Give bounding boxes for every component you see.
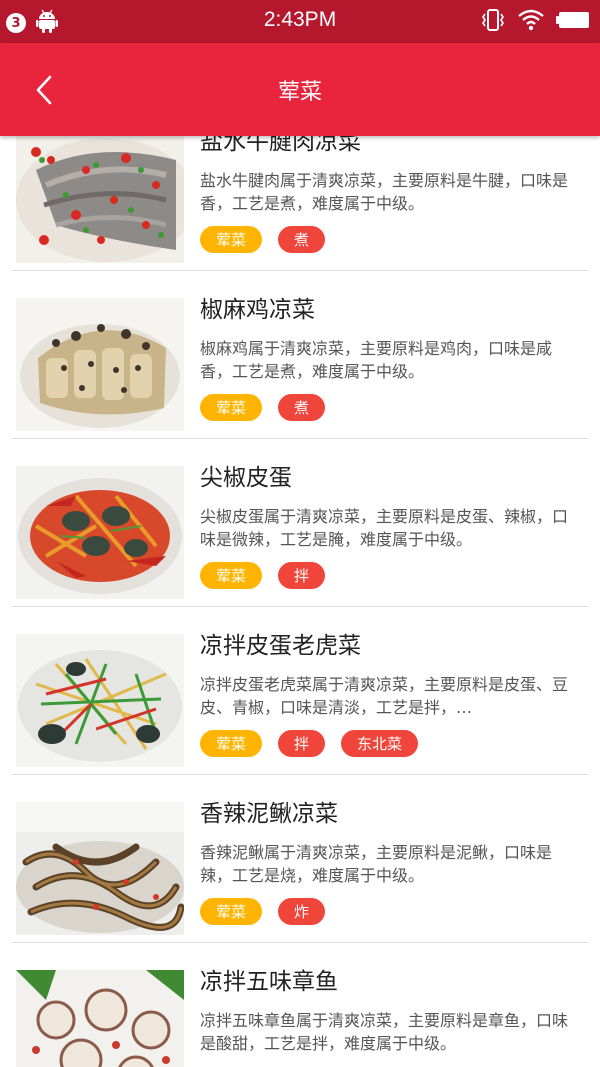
cooking-method-tag[interactable]: 煮 (278, 394, 326, 421)
dish-name: 盐水牛腱肉凉菜 (200, 136, 361, 155)
recipe-item[interactable]: 盐水牛腱肉凉菜 盐水牛腱肉属于清爽凉菜，主要原料是牛腱，口味是香，工艺是煮，难度… (0, 136, 600, 271)
status-bar: 3 2:43PM (0, 0, 600, 43)
dish-name: 凉拌五味章鱼 (200, 969, 338, 995)
battery-icon (556, 10, 590, 34)
category-tag[interactable]: 荤菜 (200, 730, 263, 757)
category-tag[interactable]: 荤菜 (200, 226, 263, 253)
dish-image (16, 970, 184, 1067)
category-tag[interactable]: 荤菜 (200, 562, 263, 589)
tag-list: 荤菜 煮 (200, 394, 580, 421)
dish-description: 凉拌皮蛋老虎菜属于清爽凉菜，主要原料是皮蛋、豆皮、青椒，口味是清淡，工艺是拌，… (200, 675, 569, 717)
cooking-method-tag[interactable]: 拌 (278, 730, 326, 757)
tag-list: 荤菜 拌 (200, 562, 580, 589)
dish-image (16, 298, 184, 431)
dish-image (16, 634, 184, 767)
page-title: 荤菜 (277, 80, 322, 105)
dish-name: 凉拌皮蛋老虎菜 (200, 633, 361, 659)
dish-description: 椒麻鸡属于清爽凉菜，主要原料是鸡肉，口味是咸香，工艺是煮，难度属于中级。 (200, 339, 553, 381)
dish-name: 香辣泥鳅凉菜 (200, 801, 338, 827)
recipe-item[interactable]: 凉拌皮蛋老虎菜 凉拌皮蛋老虎菜属于清爽凉菜，主要原料是皮蛋、豆皮、青椒，口味是清… (0, 607, 600, 775)
dish-description: 香辣泥鳅属于清爽凉菜，主要原料是泥鳅，口味是辣，工艺是烧，难度属于中级。 (200, 843, 553, 885)
cooking-method-tag[interactable]: 煮 (278, 226, 326, 253)
tag-list: 荤菜 煮 (200, 226, 580, 253)
recipe-item[interactable]: 椒麻鸡凉菜 椒麻鸡属于清爽凉菜，主要原料是鸡肉，口味是咸香，工艺是煮，难度属于中… (0, 271, 600, 439)
app-bar: 荤菜 (0, 43, 600, 136)
wifi-icon (518, 9, 544, 35)
dish-image (16, 136, 184, 263)
dish-description: 尖椒皮蛋属于清爽凉菜，主要原料是皮蛋、辣椒，口味是微辣，工艺是腌，难度属于中级。 (200, 507, 569, 549)
cuisine-tag[interactable]: 东北菜 (341, 730, 419, 757)
cooking-method-tag[interactable]: 拌 (278, 562, 326, 589)
dish-image (16, 802, 184, 935)
vibrate-icon (480, 8, 506, 36)
recipe-item[interactable]: 香辣泥鳅凉菜 香辣泥鳅属于清爽凉菜，主要原料是泥鳅，口味是辣，工艺是烧，难度属于… (0, 775, 600, 943)
category-tag[interactable]: 荤菜 (200, 898, 263, 925)
tag-list: 荤菜 拌 东北菜 (200, 730, 580, 757)
dish-name: 椒麻鸡凉菜 (200, 297, 315, 323)
recipe-item[interactable]: 凉拌五味章鱼 凉拌五味章鱼属于清爽凉菜，主要原料是章鱼，口味是酸甜，工艺是拌，难… (0, 943, 600, 1067)
cooking-method-tag[interactable]: 炸 (278, 898, 326, 925)
category-tag[interactable]: 荤菜 (200, 394, 263, 421)
recipe-list[interactable]: 盐水牛腱肉凉菜 盐水牛腱肉属于清爽凉菜，主要原料是牛腱，口味是香，工艺是煮，难度… (0, 136, 600, 1067)
recipe-item[interactable]: 尖椒皮蛋 尖椒皮蛋属于清爽凉菜，主要原料是皮蛋、辣椒，口味是微辣，工艺是腌，难度… (0, 439, 600, 607)
dish-description: 凉拌五味章鱼属于清爽凉菜，主要原料是章鱼，口味是酸甜，工艺是拌，难度属于中级。 (200, 1011, 569, 1053)
tag-list: 荤菜 炸 (200, 898, 580, 925)
dish-image (16, 466, 184, 599)
dish-name: 尖椒皮蛋 (200, 465, 292, 491)
dish-description: 盐水牛腱肉属于清爽凉菜，主要原料是牛腱，口味是香，工艺是煮，难度属于中级。 (200, 171, 569, 213)
